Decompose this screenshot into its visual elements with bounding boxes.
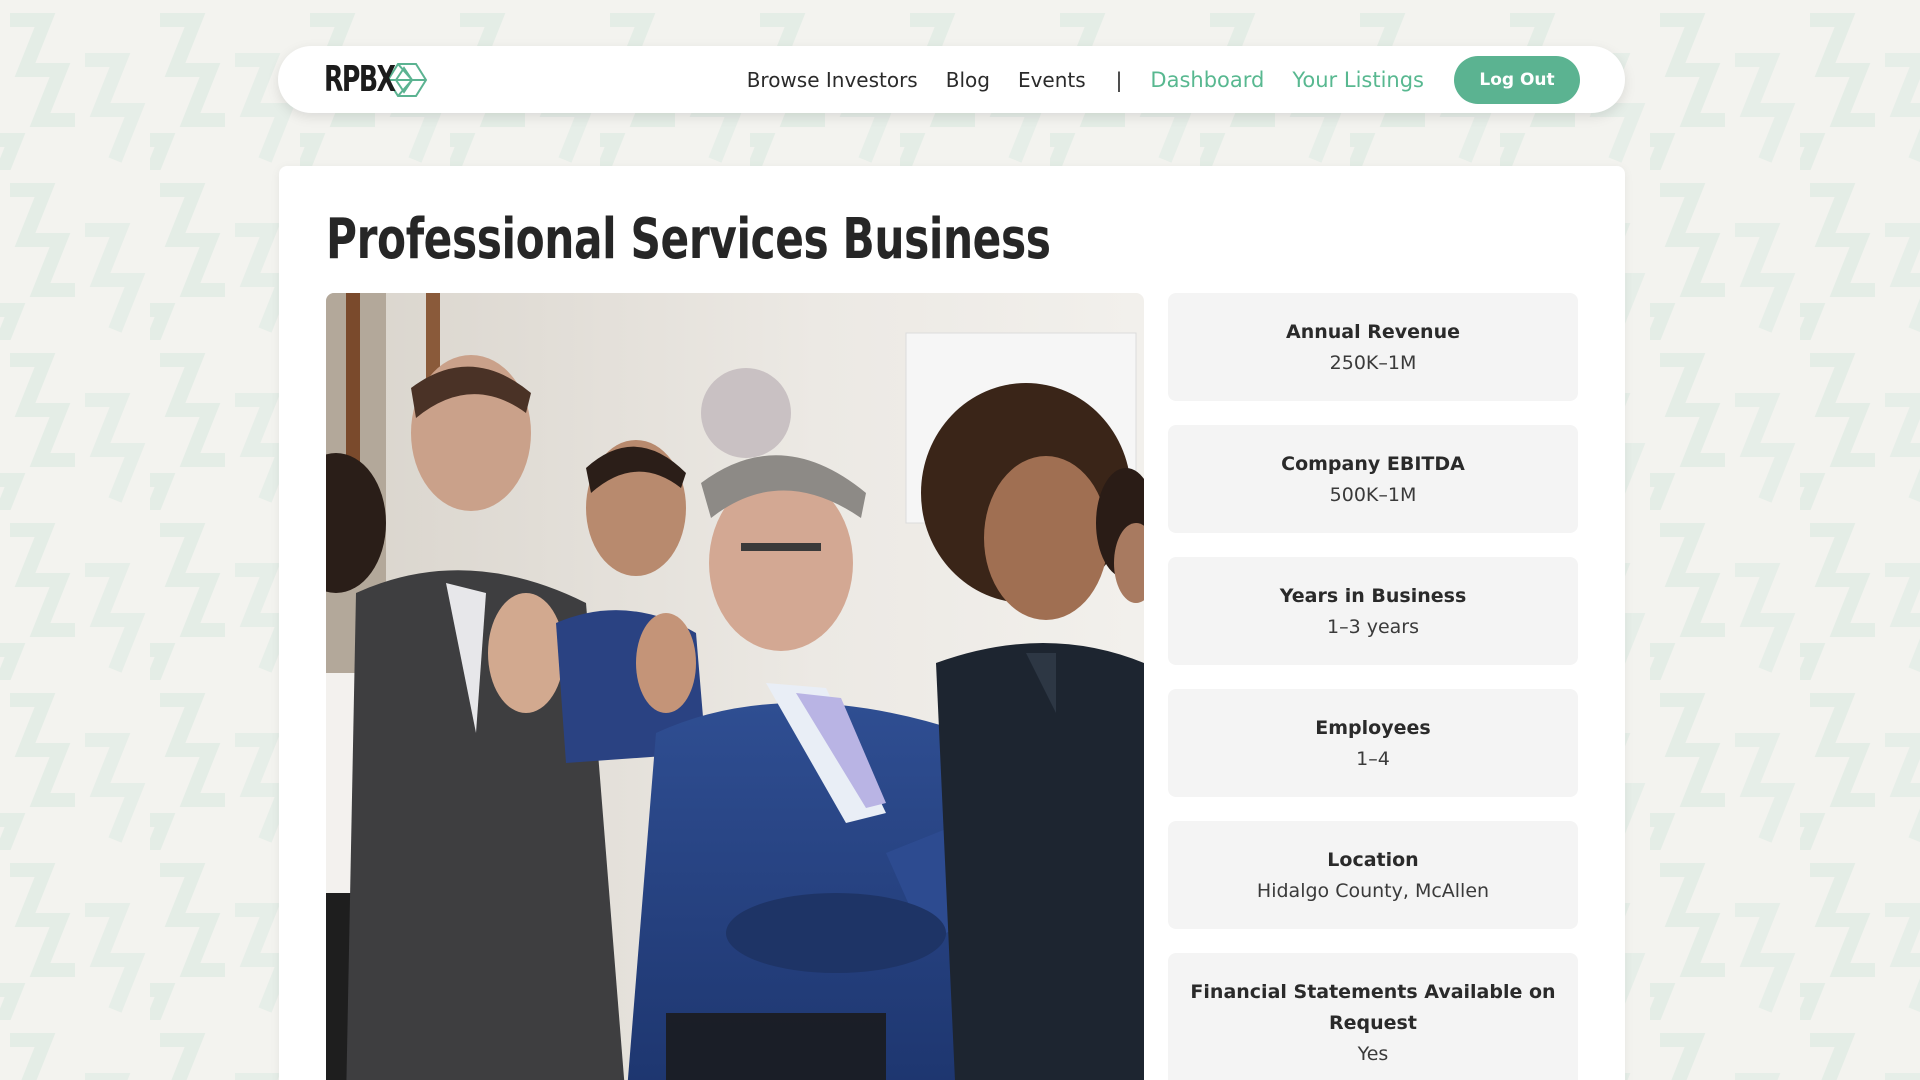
stat-label: Company EBITDA <box>1281 453 1465 475</box>
stat-location: Location Hidalgo County, McAllen <box>1168 821 1578 929</box>
stat-label: Financial Statements Available on Reques… <box>1190 981 1556 1034</box>
stat-value: 250K–1M <box>1329 352 1417 374</box>
audience-photo-illustration <box>326 293 1144 1080</box>
nav-your-listings[interactable]: Your Listings <box>1292 68 1424 92</box>
stat-label: Years in Business <box>1279 585 1467 607</box>
stat-label: Annual Revenue <box>1286 321 1460 343</box>
nav-separator: | <box>1115 67 1123 92</box>
stat-years-in-business: Years in Business 1–3 years <box>1168 557 1578 665</box>
logout-button[interactable]: Log Out <box>1454 55 1580 104</box>
stat-label: Employees <box>1315 717 1431 739</box>
stat-company-ebitda: Company EBITDA 500K–1M <box>1168 425 1578 533</box>
listing-stats: Annual Revenue 250K–1M Company EBITDA 50… <box>1168 293 1578 1080</box>
logo-wordmark: RPBX <box>324 58 396 100</box>
top-navbar: RPBX Browse Investors Blog Events | Dash… <box>278 46 1625 113</box>
stat-annual-revenue: Annual Revenue 250K–1M <box>1168 293 1578 401</box>
page-title: Professional Services Business <box>326 207 1051 272</box>
listing-photo <box>326 293 1144 1080</box>
stat-value: 1–4 <box>1356 748 1390 770</box>
stat-value: Yes <box>1357 1043 1389 1065</box>
stat-label: Location <box>1327 849 1419 871</box>
stat-employees: Employees 1–4 <box>1168 689 1578 797</box>
site-logo[interactable]: RPBX <box>324 56 428 104</box>
stat-financial-statements: Financial Statements Available on Reques… <box>1168 953 1578 1080</box>
stat-value: 500K–1M <box>1329 484 1417 506</box>
nav-events[interactable]: Events <box>1018 68 1086 92</box>
nav-browse-investors[interactable]: Browse Investors <box>747 68 918 92</box>
nav-links: Browse Investors Blog Events | Dashboard… <box>747 55 1580 104</box>
nav-blog[interactable]: Blog <box>946 68 990 92</box>
nav-dashboard[interactable]: Dashboard <box>1150 68 1264 92</box>
listing-card: Professional Services Business Annual Re… <box>279 166 1625 1080</box>
stat-value: 1–3 years <box>1326 616 1419 638</box>
stat-value: Hidalgo County, McAllen <box>1256 880 1490 902</box>
